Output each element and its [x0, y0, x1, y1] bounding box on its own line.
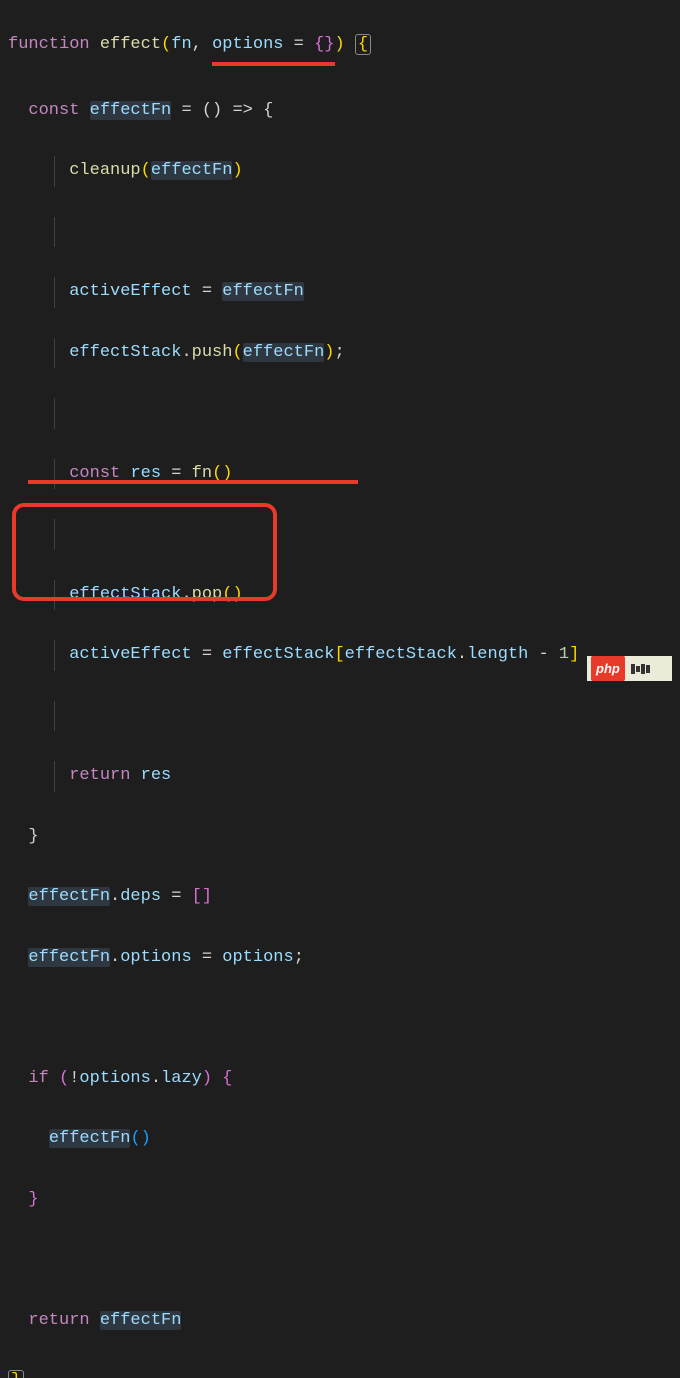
- code-line: [8, 398, 680, 428]
- code-line: effectStack.pop(): [8, 580, 680, 610]
- code-line: [8, 217, 680, 247]
- code-line: [8, 519, 680, 549]
- code-line: effectStack.push(effectFn);: [8, 338, 680, 368]
- code-line: [8, 701, 680, 731]
- code-line: activeEffect = effectFn: [8, 277, 680, 307]
- code-line: }: [8, 1366, 680, 1378]
- code-line: [8, 1003, 680, 1033]
- code-line: return res: [8, 761, 680, 791]
- watermark-badge: php: [587, 656, 672, 681]
- code-line: effectFn(): [8, 1124, 680, 1154]
- code-line: effectFn.deps = []: [8, 882, 680, 912]
- code-line: const res = fn(): [8, 459, 680, 489]
- code-line: const effectFn = () => {: [8, 96, 680, 126]
- annotation-underline: [28, 480, 358, 484]
- code-editor[interactable]: function effect(fn, options = {}) { cons…: [8, 0, 680, 1378]
- code-line: }: [8, 1185, 680, 1215]
- watermark-bars: [631, 664, 650, 674]
- code-line: [8, 1245, 680, 1275]
- code-line: function effect(fn, options = {}) {: [8, 30, 680, 65]
- code-line: }: [8, 822, 680, 852]
- code-line: return effectFn: [8, 1306, 680, 1336]
- code-line: cleanup(effectFn): [8, 156, 680, 186]
- code-line: if (!options.lazy) {: [8, 1064, 680, 1094]
- code-line: effectFn.options = options;: [8, 943, 680, 973]
- watermark-text: php: [591, 656, 625, 681]
- code-line: activeEffect = effectStack[effectStack.l…: [8, 640, 680, 670]
